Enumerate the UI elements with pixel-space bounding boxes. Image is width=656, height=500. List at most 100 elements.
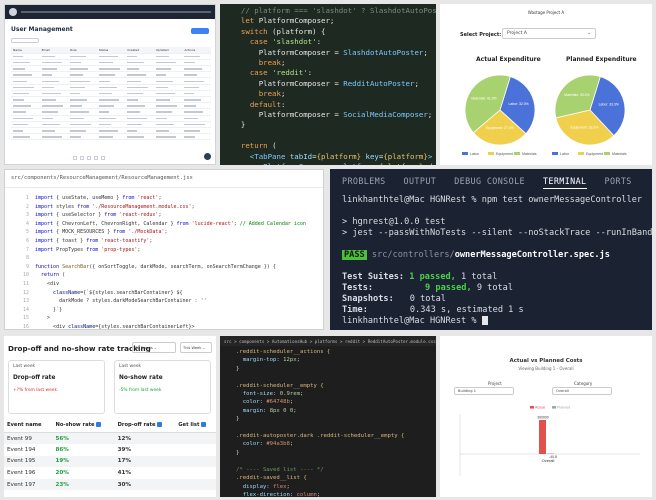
code-line: } xyxy=(236,416,240,423)
code-line: <TabPane tabId={platform} key={platform}… xyxy=(232,151,433,161)
code-line: let PlatformComposer; xyxy=(240,16,335,26)
css-editor: src > components > AutomationsHub > plat… xyxy=(220,336,436,497)
legend-swatch xyxy=(462,152,468,155)
code-line: font-size: 0.9rem; xyxy=(236,391,304,398)
legend-label[interactable]: Planned xyxy=(557,406,570,410)
user-management-screenshot: User Management Name Email Role Status Creat… xyxy=(4,4,216,165)
bar-actual[interactable] xyxy=(539,420,546,454)
code-line: .reddit-scheduler__actions { xyxy=(236,349,331,355)
breadcrumb: src > components > AutomationsHub > plat… xyxy=(220,336,436,346)
tests-total: 9 total xyxy=(476,283,514,293)
code-line: color: #94a3b8; xyxy=(236,441,294,448)
test-file: ownerMessageController.spec.js xyxy=(454,250,610,260)
get-list-cell[interactable] xyxy=(175,444,216,456)
legend-swatch xyxy=(552,152,558,155)
create-user-button[interactable] xyxy=(191,28,209,34)
get-list-cell[interactable] xyxy=(175,433,216,445)
period-filter-select[interactable]: This Week ⌄ xyxy=(180,342,212,353)
logo-icon xyxy=(9,8,17,16)
data-label: 300000 xyxy=(537,416,548,420)
event-name-cell: Event 99 xyxy=(7,435,32,442)
tab-output[interactable]: OUTPUT xyxy=(404,176,437,189)
code-line: import { ChevronLeft, ChevronRight, Cale… xyxy=(35,220,306,227)
code-line: // platform === 'slashdot' ? SlashdotAut… xyxy=(232,6,436,15)
chevron-down-icon: ⌄ xyxy=(153,346,157,350)
legend-swatch xyxy=(514,152,520,155)
output-line: > jest --passWithNoTests --silent --noSt… xyxy=(342,228,652,238)
tab-terminal[interactable]: TERMINAL xyxy=(542,176,587,189)
get-list-cell[interactable] xyxy=(175,456,216,468)
events-table: Event name No-show rate Drop-off rate Ge… xyxy=(4,418,216,491)
terminal-output[interactable]: linkhanthtel@Mac HGNRest % npm test owne… xyxy=(342,195,652,327)
time-label: Time: xyxy=(342,305,368,315)
info-icon[interactable] xyxy=(201,422,207,427)
legend-label[interactable]: Materials xyxy=(522,152,537,156)
legend-label[interactable]: Labor xyxy=(470,152,480,156)
get-list-cell[interactable] xyxy=(175,467,216,479)
help-button[interactable] xyxy=(204,153,211,160)
table-row: Event 196 20% 41% xyxy=(4,467,216,479)
code-line: .reddit-autoposter.dark .reddit-schedule… xyxy=(236,433,405,440)
pie-charts: Labor: 32.0% Equipment: 27.0% Materials: 4… xyxy=(462,74,627,156)
snapshots-label: Snapshots: xyxy=(342,294,394,304)
costs-bar-chart: 300000-40.8OverallActual Planned xyxy=(459,406,640,476)
file-path: src/components/ResourceManagement/Resour… xyxy=(5,170,323,188)
col-dropoff: Drop-off rate xyxy=(114,418,176,433)
pagination[interactable] xyxy=(73,156,105,160)
css-code: .reddit-scheduler__actions { margin-top:… xyxy=(236,348,404,497)
table-row: Event 194 86% 39% xyxy=(4,444,216,456)
code-body: import { useState, useMemo } from 'react… xyxy=(35,194,306,329)
event-filter-select[interactable]: All Events ⌄ xyxy=(132,342,176,353)
noshow-card: Last week No-show rate -5% from last wee… xyxy=(114,360,211,414)
tab-ports[interactable]: PORTS xyxy=(605,176,632,189)
code-line: break; xyxy=(258,89,286,99)
event-name-cell: Event 194 xyxy=(7,446,36,453)
suites-value: 1 passed, xyxy=(409,272,456,282)
info-icon[interactable] xyxy=(157,422,163,427)
get-list-cell[interactable] xyxy=(175,479,216,491)
card-label: No-show rate xyxy=(119,375,163,381)
legend-label[interactable]: Equipment xyxy=(586,152,603,156)
output-line: > hgnrest@1.0.0 test xyxy=(342,217,446,227)
tab-problems[interactable]: PROBLEMS xyxy=(342,176,386,189)
code-line: darkMode ? styles.darkModeSearchBarConta… xyxy=(35,298,207,305)
table-row[interactable] xyxy=(11,133,211,141)
slice-label: Materials: 41.0% xyxy=(471,96,496,100)
pass-badge: PASS xyxy=(342,250,367,260)
card-delta: -5% from last week xyxy=(119,388,162,393)
info-icon[interactable] xyxy=(96,422,102,427)
dropoff-cell: 39% xyxy=(117,446,131,453)
top-navbar xyxy=(5,5,215,19)
code-line: PlatformComposer = SlashdotAutoPoster; xyxy=(232,47,428,57)
legend-swatch xyxy=(488,152,494,155)
snapshots-value: 0 total xyxy=(409,294,446,304)
filter-input[interactable] xyxy=(11,38,39,43)
dropoff-cell: 17% xyxy=(117,458,131,465)
tracker-title: Drop-off and no-show rate tracking xyxy=(8,344,151,353)
code-line: margin: 8px 0 0; xyxy=(236,407,297,414)
legend-swatch xyxy=(578,152,584,155)
card-period: Last week xyxy=(13,364,36,369)
code-line: return ( xyxy=(240,141,277,151)
costs-chart-panel: Actual vs Planned Costs Viewing Building… xyxy=(440,336,652,497)
slice-label: Labor: 33.3% xyxy=(599,103,619,107)
slice-label: Materials: 33.4% xyxy=(564,93,589,97)
code-line: import { toast } from 'react-toastify'; xyxy=(35,237,153,244)
code-line: import styles from './ResourceManagement… xyxy=(35,203,195,210)
tab-debug-console[interactable]: DEBUG CONSOLE xyxy=(454,176,525,189)
platform-switch-code: // platform === 'slashdot' ? SlashdotAut… xyxy=(220,4,436,165)
legend-label[interactable]: Actual xyxy=(535,406,545,410)
tests-label: Tests: xyxy=(342,283,374,293)
noshow-cell: 19% xyxy=(55,458,69,465)
code-line: /* ---- Saved list ---- */ xyxy=(236,466,324,473)
code-line: } xyxy=(232,120,246,130)
code-line: return ( xyxy=(41,272,66,279)
legend-label[interactable]: Equipment xyxy=(496,152,513,156)
code-line: } xyxy=(236,365,240,372)
legend-label[interactable]: Materials xyxy=(612,152,627,156)
legend-label[interactable]: Labor xyxy=(560,152,570,156)
code-line: switch (platform) { xyxy=(240,26,326,36)
